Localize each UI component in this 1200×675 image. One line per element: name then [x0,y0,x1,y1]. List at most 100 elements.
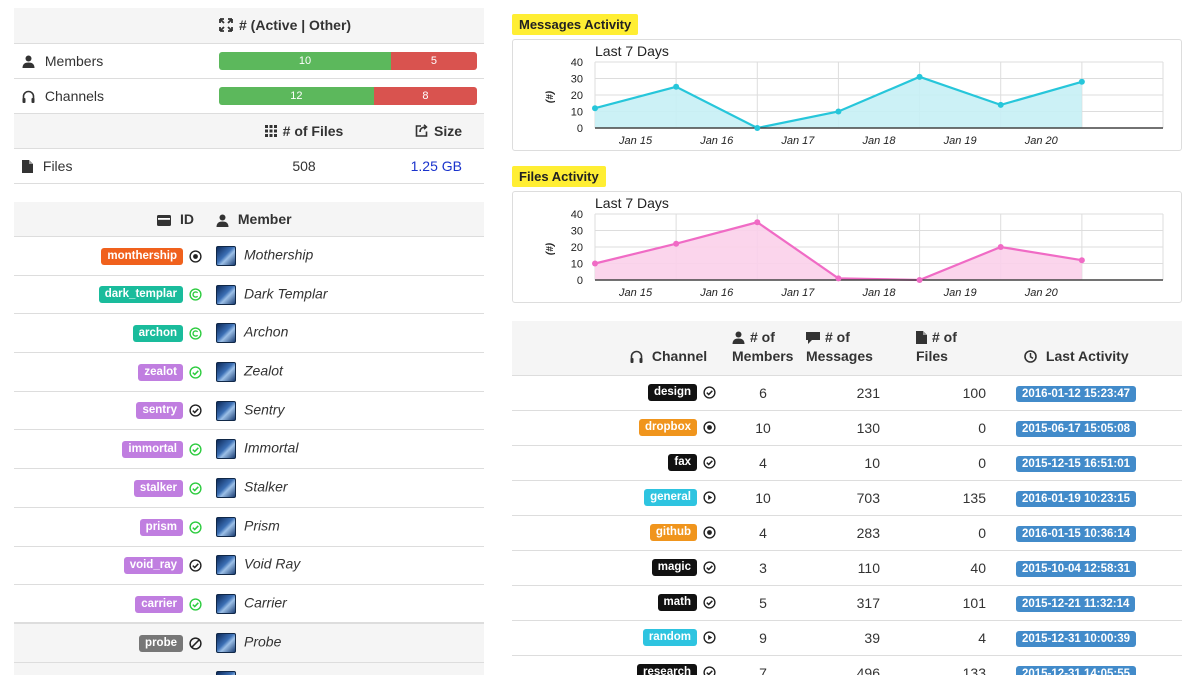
active-other-label: # (Active | Other) [239,17,352,34]
member-id-badge[interactable]: sentry [136,402,183,420]
member-id-badge[interactable]: stalker [133,479,183,497]
channel-status [703,386,716,399]
table-row[interactable]: research 7 496 133 2015-12-31 14:05:55 [512,655,1182,675]
channel-status [703,596,716,609]
member-id-badge[interactable]: prism [139,518,183,536]
avatar [216,400,236,421]
member-name[interactable]: Dark Templar [244,285,328,301]
channel-status [703,456,716,469]
y-tick-label: 0 [577,275,583,287]
table-row[interactable]: immortal Immortal [14,429,484,470]
table-row[interactable]: dropbox 10 130 0 2015-06-17 15:05:08 [512,410,1182,446]
channel-messages: 496 [804,655,904,675]
data-point[interactable] [916,277,923,283]
table-row[interactable]: random 9 39 4 2015-12-31 10:00:39 [512,620,1182,656]
member-id-badge[interactable]: immortal [122,441,183,459]
channel-status [703,631,716,644]
files-count-label: # of Files [282,122,344,139]
data-point[interactable] [835,275,842,282]
table-row[interactable]: monthership Mothership [14,236,484,276]
channels-header-row: Channel # of Members # of Messages # of … [512,321,1182,376]
data-point[interactable] [1078,257,1085,264]
channel-badge[interactable]: magic [651,559,697,577]
member-name[interactable]: Mothership [244,247,313,263]
size-label: Size [433,122,462,139]
member-id-badge[interactable]: void_ray [123,557,183,575]
member-name[interactable]: Void Ray [244,556,300,572]
table-row[interactable]: void_ray Void Ray [14,546,484,586]
data-point[interactable] [673,83,680,90]
member-name[interactable]: Zealot [244,363,283,379]
y-tick-label: 40 [571,57,583,69]
channel-badge[interactable]: random [642,629,697,647]
messages-chart-title: Messages Activity [512,14,639,35]
messages-chart-svg: Last 7 Days (#) 40 30 20 10 0 Jan 15 Jan 16 Jan 1… [545,43,1164,147]
member-id-badge[interactable]: dark_templar [98,286,183,304]
table-row[interactable]: probe Probe [14,622,484,663]
data-point[interactable] [916,73,923,80]
member-name[interactable]: Carrier [244,594,287,610]
data-point[interactable] [1078,78,1085,85]
member-name[interactable]: Prism [244,517,280,533]
table-row[interactable]: carrier Carrier [14,584,484,624]
member-name[interactable]: Probe [244,634,281,650]
members-stats-label: Members [44,52,104,69]
headphones-icon [630,351,643,364]
channel-badge[interactable]: github [649,524,697,542]
member-id-badge[interactable]: archon [132,325,183,343]
member-name[interactable]: Stalker [244,479,288,495]
member-name[interactable]: Sentry [244,401,284,417]
data-point[interactable] [835,108,842,115]
member-status [189,366,202,379]
table-row[interactable]: sentry Sentry [14,391,484,431]
table-row[interactable]: design 6 231 100 2016-01-12 15:23:47 [512,375,1182,411]
member-status [189,482,202,495]
channel-files: 135 [904,480,1016,516]
grid-icon [264,124,277,137]
data-point[interactable] [673,240,680,247]
channel-badge[interactable]: design [647,384,697,402]
check-circle-icon [189,559,202,572]
member-status [189,327,202,340]
channel-files: 0 [904,445,1016,481]
data-point[interactable] [997,244,1004,250]
table-row[interactable]: prism Prism [14,507,484,547]
table-row[interactable]: github 4 283 0 2016-01-15 10:36:14 [512,515,1182,551]
size-header: Size [389,123,484,139]
member-id-badge[interactable]: carrier [135,595,183,613]
data-point[interactable] [997,101,1004,108]
data-point[interactable] [592,105,598,112]
table-row[interactable]: magic 3 110 40 2015-10-04 12:58:31 [512,550,1182,586]
member-column-label: Member [237,210,292,227]
right-panel: Messages Activity Last 7 Days (#) 40 30 20 10… [512,14,1182,675]
table-row[interactable]: general 10 703 135 2016-01-19 10:23:15 [512,480,1182,516]
channels-stats-row: Channels 12 8 [14,78,484,114]
channel-badge[interactable]: general [644,489,697,507]
channel-badge[interactable]: math [657,594,697,612]
last-activity-badge: 2015-06-17 15:05:08 [1016,420,1137,437]
files-size-value[interactable]: 1.25 GB [389,148,484,184]
member-id-badge[interactable]: zealot [138,363,183,381]
member-name[interactable]: Immortal [244,440,298,456]
channel-badge[interactable]: research [637,664,697,675]
channel-members: 5 [722,585,804,621]
channel-badge[interactable]: fax [668,454,697,472]
member-id-badge[interactable]: monthership [101,247,183,265]
table-row[interactable]: archon Archon [14,313,484,354]
table-row[interactable]: zealot Zealot [14,352,484,392]
channel-files: 40 [904,550,1016,586]
channel-messages: 703 [804,480,904,516]
data-point[interactable] [754,219,761,226]
member-id-badge[interactable]: probe [139,634,183,652]
user-icon [216,214,229,227]
channel-badge[interactable]: dropbox [639,419,697,437]
file-icon [916,331,927,345]
table-row[interactable]: stalker Stalker [14,468,484,508]
avatar [216,593,236,614]
member-name[interactable]: Archon [244,324,288,340]
data-point[interactable] [754,125,761,131]
table-row[interactable]: dark_templar Dark Templar [14,275,484,315]
table-row[interactable]: fax 4 10 0 2015-12-15 16:51:01 [512,445,1182,481]
table-row[interactable]: math 5 317 101 2015-12-21 11:32:14 [512,585,1182,621]
data-point[interactable] [592,260,598,267]
